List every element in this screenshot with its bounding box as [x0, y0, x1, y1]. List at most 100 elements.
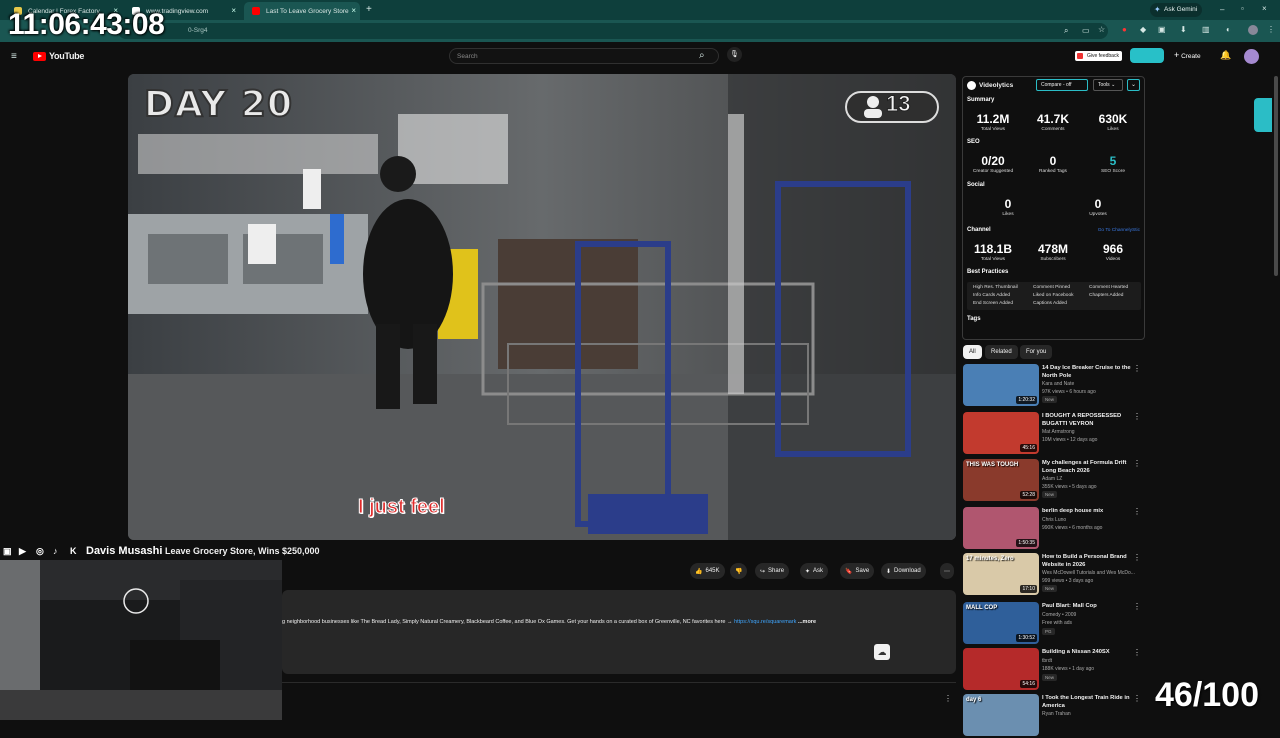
extension-icon[interactable]: ◆: [1140, 26, 1146, 34]
profile-icon[interactable]: ◐: [1226, 26, 1231, 34]
more-options-icon[interactable]: ⋮: [1133, 602, 1141, 611]
chip-for-you[interactable]: For you: [1020, 345, 1053, 359]
recommendation-title[interactable]: I Took the Longest Train Ride in America: [1042, 694, 1134, 710]
bookmark-icon: 🔖: [845, 568, 853, 575]
recommendation-title[interactable]: 14 Day Ice Breaker Cruise to the North P…: [1042, 364, 1134, 380]
extensions-puzzle-icon[interactable]: ▣: [1158, 26, 1166, 34]
recommendation-title[interactable]: I BOUGHT A REPOSSESSED BUGATTI VEYRON: [1042, 412, 1134, 428]
more-options-icon[interactable]: ⋮: [1133, 648, 1141, 657]
share-button[interactable]: ↪ Share: [755, 563, 790, 579]
recommendation-title[interactable]: berlin deep house mix: [1042, 507, 1134, 515]
video-thumbnail[interactable]: 17 minutes, Zero 17:10: [963, 553, 1039, 595]
search-icon[interactable]: ⌕: [1064, 27, 1068, 35]
downloads-icon[interactable]: ⬇: [1180, 26, 1187, 34]
close-tab-icon[interactable]: ×: [231, 6, 236, 15]
tiktok-icon: ♪: [53, 546, 58, 556]
channel-name[interactable]: Ryan Trahan: [1042, 711, 1071, 717]
video-thumbnail[interactable]: THIS WAS TOUGH 52:28: [963, 459, 1039, 501]
player-count: 13: [885, 91, 911, 117]
video-player[interactable]: DAY 20 13 I just feel: [128, 74, 956, 540]
close-tab-icon[interactable]: ×: [351, 6, 356, 15]
video-thumbnail[interactable]: 1:20:32: [963, 364, 1039, 406]
videolytics-toggle-button[interactable]: [1130, 48, 1164, 63]
like-button[interactable]: 👍 645K: [690, 563, 725, 579]
recommendation-item[interactable]: 1:20:32 14 Day Ice Breaker Cruise to the …: [963, 364, 1143, 408]
channel-name[interactable]: Kara and Nate: [1042, 381, 1074, 387]
video-thumbnail[interactable]: 45:16: [963, 412, 1039, 454]
youtube-logo[interactable]: YouTube: [33, 51, 84, 61]
kick-icon: K: [70, 546, 77, 556]
videolytics-side-button[interactable]: [1254, 98, 1272, 132]
avatar[interactable]: [1244, 49, 1259, 64]
browser-menu-icon[interactable]: ⋮: [1267, 26, 1275, 34]
overlay-counter: 46/100: [1155, 676, 1259, 714]
video-meta: 10M views • 12 days ago: [1042, 437, 1098, 443]
tools-dropdown[interactable]: Tools ⌄: [1093, 79, 1123, 91]
channel-name[interactable]: Mat Armstrong: [1042, 429, 1075, 435]
compare-toggle[interactable]: Compare - off: [1036, 79, 1088, 91]
recommendation-title[interactable]: How to Build a Personal Brand Website in…: [1042, 553, 1134, 569]
description-box[interactable]: g neighborhood businesses like The Bread…: [282, 590, 956, 674]
chip-related[interactable]: Related: [985, 345, 1018, 359]
recommendation-item[interactable]: 1:50:35 berlin deep house mix Chris Luno 99…: [963, 507, 1143, 551]
more-options-icon[interactable]: ⋮: [1133, 364, 1141, 373]
tab-youtube-video[interactable]: Last To Leave Grocery Store ×: [244, 2, 360, 20]
description-link[interactable]: https://squ.re/squaremark: [734, 619, 796, 625]
avatar[interactable]: [1248, 25, 1258, 35]
video-thumbnail[interactable]: MALL COP 1:30:52: [963, 602, 1039, 644]
recommendation-title[interactable]: My challenges at Formula Drift Long Beac…: [1042, 459, 1134, 475]
ask-button[interactable]: ✦ Ask: [800, 563, 829, 579]
chip-all[interactable]: All: [963, 345, 982, 359]
cast-icon[interactable]: ▭: [1082, 27, 1090, 35]
thumbnail-text: 17 minutes, Zero: [966, 556, 1014, 562]
save-button[interactable]: 🔖 Save: [840, 563, 875, 579]
recommendation-item[interactable]: 17 minutes, Zero 17:10 How to Build a Pers…: [963, 553, 1143, 597]
create-button[interactable]: + Create: [1174, 50, 1201, 60]
cloud-icon[interactable]: ☁: [874, 644, 890, 660]
more-options-icon[interactable]: ⋮: [1133, 553, 1141, 562]
close-window-icon[interactable]: ×: [1262, 5, 1267, 13]
minimize-icon[interactable]: –: [1220, 6, 1224, 14]
dislike-button[interactable]: 👎: [730, 563, 748, 579]
side-panel-icon[interactable]: ▥: [1202, 26, 1210, 34]
ask-gemini-button[interactable]: ✦ Ask Gemini: [1150, 3, 1202, 17]
more-options-icon[interactable]: ⋮: [1133, 507, 1141, 516]
microphone-icon[interactable]: 🎙: [727, 47, 742, 62]
go-to-channel-link[interactable]: Go To ChannelyStic: [1098, 228, 1140, 233]
recommendation-item[interactable]: THIS WAS TOUGH 52:28 My challenges at Form…: [963, 459, 1143, 503]
recommendation-item[interactable]: MALL COP 1:30:52 Paul Blart: Mall Cop Comed…: [963, 602, 1143, 646]
more-options-icon[interactable]: ⋮: [1133, 459, 1141, 468]
download-button[interactable]: ⬇ Download: [881, 563, 926, 579]
recommendation-title[interactable]: Building a Nissan 240SX: [1042, 648, 1134, 656]
scrollbar[interactable]: [1274, 76, 1278, 276]
extension-icon[interactable]: ●: [1122, 26, 1127, 34]
more-options-icon[interactable]: ⋮: [1133, 412, 1141, 421]
show-more-link[interactable]: ...more: [798, 619, 816, 625]
notifications-bell-icon[interactable]: 🔔: [1220, 51, 1231, 60]
channel-name[interactable]: Adam LZ: [1042, 476, 1062, 482]
channel-name[interactable]: Chris Luno: [1042, 517, 1066, 523]
video-thumbnail[interactable]: day 6: [963, 694, 1039, 736]
more-actions-icon[interactable]: ⋯: [940, 563, 954, 579]
recommendation-title[interactable]: Paul Blart: Mall Cop: [1042, 602, 1134, 610]
collapse-panel-button[interactable]: ⌄: [1127, 79, 1140, 91]
webcam-overlay: [0, 560, 282, 720]
give-feedback-button[interactable]: Give feedback: [1075, 51, 1122, 61]
recommendation-item[interactable]: 54:16 Building a Nissan 240SX tbrdt 188K vi…: [963, 648, 1143, 692]
address-bar[interactable]: 0-Srg4: [118, 23, 1108, 39]
channel-name[interactable]: Comedy • 2009: [1042, 612, 1076, 618]
video-thumbnail[interactable]: 1:50:35: [963, 507, 1039, 549]
hamburger-menu-icon[interactable]: ≡: [11, 52, 17, 62]
recommendation-item[interactable]: day 6 I Took the Longest Train Ride in Am…: [963, 694, 1143, 738]
maximize-icon[interactable]: ▫: [1241, 5, 1244, 13]
search-icon[interactable]: ⌕: [699, 51, 705, 61]
recommendation-item[interactable]: 45:16 I BOUGHT A REPOSSESSED BUGATTI VEYR…: [963, 412, 1143, 456]
comment-kebab-icon[interactable]: ⋮: [944, 694, 952, 703]
bookmark-star-icon[interactable]: ☆: [1098, 26, 1105, 34]
video-thumbnail[interactable]: 54:16: [963, 648, 1039, 690]
search-input[interactable]: Search: [449, 48, 719, 64]
new-tab-icon[interactable]: +: [366, 5, 372, 15]
channel-name[interactable]: tbrdt: [1042, 658, 1052, 664]
channel-name[interactable]: Wes McDowell Tutorials and Wes McDo...: [1042, 570, 1135, 576]
more-options-icon[interactable]: ⋮: [1133, 694, 1141, 703]
